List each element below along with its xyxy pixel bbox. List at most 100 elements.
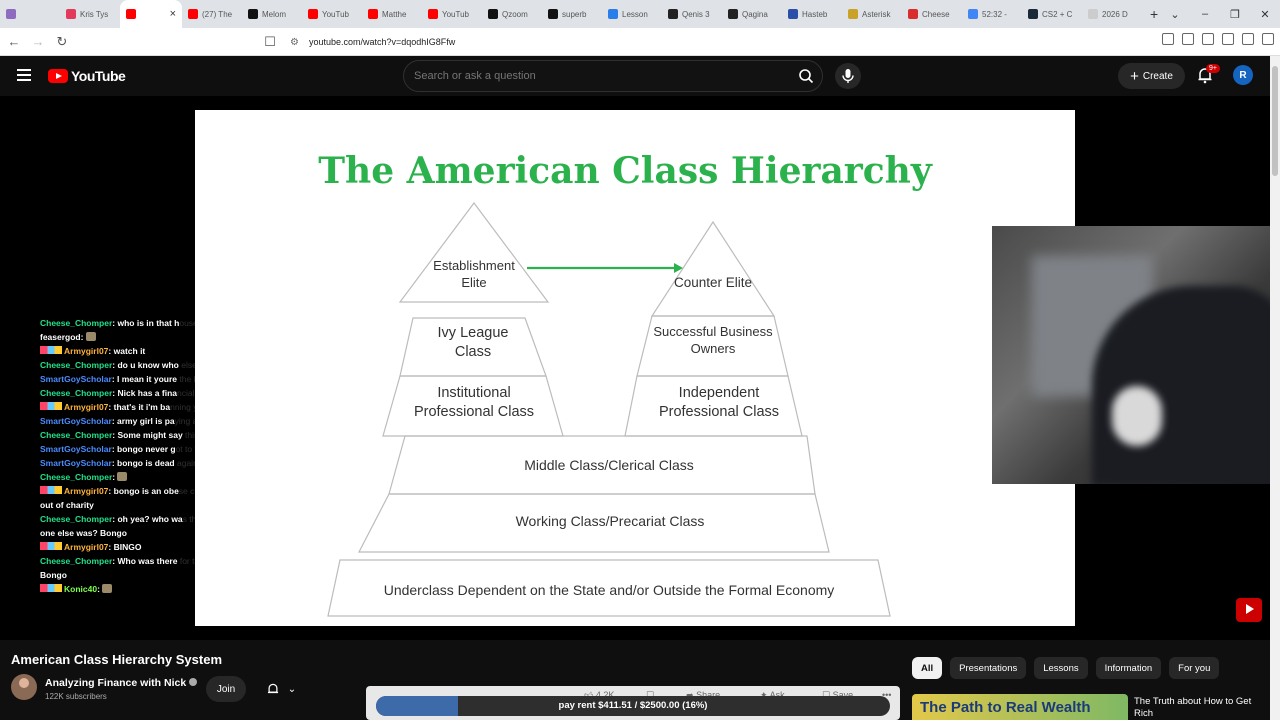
extensions-icon[interactable] <box>1202 33 1214 45</box>
restore-icon[interactable]: ❐ <box>1220 8 1250 21</box>
thumbnail-text: The Path to Real Wealth <box>920 699 1091 716</box>
account-avatar[interactable]: R <box>1233 65 1253 85</box>
media-icon[interactable] <box>1162 33 1174 45</box>
chat-username[interactable]: Armygirl07 <box>64 402 108 412</box>
browser-tab[interactable]: Hasteb <box>782 0 842 28</box>
browser-tab[interactable]: YouTub <box>422 0 482 28</box>
browser-tab[interactable]: Matthe <box>362 0 422 28</box>
browser-tab[interactable]: Lesson <box>602 0 662 28</box>
site-info-icon[interactable]: ⚙ <box>290 37 299 48</box>
create-button[interactable]: + Create <box>1118 63 1185 89</box>
filter-chip[interactable]: All <box>912 657 943 679</box>
scrollbar-thumb[interactable] <box>1272 66 1278 176</box>
chat-username[interactable]: SmartGoyScholar <box>40 458 112 468</box>
chat-emote-icon <box>117 472 128 481</box>
browser-tab[interactable]: 52:32 - <box>962 0 1022 28</box>
browser-tab[interactable] <box>0 0 60 28</box>
chat-text-faded: else is in there rn <box>178 360 246 370</box>
page-scrollbar[interactable] <box>1270 56 1280 720</box>
menu-icon[interactable] <box>1262 33 1274 45</box>
chat-username[interactable]: SmartGoyScholar <box>40 416 112 426</box>
chat-username[interactable]: Armygirl07 <box>64 486 108 496</box>
tab-favicon-icon <box>548 9 558 19</box>
chat-username[interactable]: SmartGoyScholar <box>40 374 112 384</box>
filter-chip[interactable]: Presentations <box>950 657 1027 679</box>
filter-chip[interactable]: Information <box>1095 657 1162 679</box>
browser-tab[interactable]: Qagina <box>722 0 782 28</box>
browser-tab[interactable]: Kris Tys <box>60 0 120 28</box>
minimize-icon[interactable]: – <box>1190 8 1220 20</box>
youtube-logo[interactable]: YouTube <box>48 68 126 84</box>
browser-tab[interactable]: Qzoom <box>482 0 542 28</box>
chat-username[interactable]: Konic40 <box>64 584 97 594</box>
browser-tab[interactable]: (27) The <box>182 0 242 28</box>
browser-tab[interactable]: Qenis 3 <box>662 0 722 28</box>
chat-message: Cheese_Chomper: Nick has a financial adv… <box>40 386 400 400</box>
chat-badges-icon <box>40 402 62 410</box>
reload-icon[interactable]: ↻ <box>52 34 72 50</box>
chat-username[interactable]: Cheese_Chomper <box>40 472 112 482</box>
close-tab-icon[interactable]: × <box>170 8 176 20</box>
subscribe-watermark-icon[interactable] <box>1236 598 1262 622</box>
filter-chip[interactable]: For you <box>1169 657 1220 679</box>
chat-username[interactable]: Armygirl07 <box>64 346 108 356</box>
guide-menu-icon[interactable] <box>17 69 31 81</box>
chat-message: Cheese_Chomper: <box>40 470 400 484</box>
browser-tab[interactable]: Melom <box>242 0 302 28</box>
shield-icon[interactable] <box>1242 33 1254 45</box>
tab-favicon-icon <box>368 9 378 19</box>
youtube-wordmark: YouTube <box>71 68 126 84</box>
browser-tab[interactable]: YouTub <box>302 0 362 28</box>
filter-chip[interactable]: Lessons <box>1034 657 1088 679</box>
search-input[interactable] <box>404 61 764 91</box>
browser-tab[interactable]: 2026 D <box>1082 0 1142 28</box>
tab-favicon-icon <box>908 9 918 19</box>
tab-title: Hasteb <box>802 9 828 19</box>
chat-text: do u know who <box>117 360 179 370</box>
channel-avatar[interactable] <box>11 674 37 700</box>
search-icon[interactable] <box>798 68 814 84</box>
join-button[interactable]: Join <box>206 676 246 702</box>
channel-name[interactable]: Analyzing Finance with Nick <box>45 677 198 689</box>
tab-favicon-icon <box>1088 9 1098 19</box>
back-icon[interactable]: ← <box>4 34 24 49</box>
chat-badges-icon <box>40 486 62 494</box>
close-window-icon[interactable]: ✕ <box>1250 8 1280 21</box>
subscriber-count: 122K subscribers <box>45 692 107 701</box>
chat-username[interactable]: Cheese_Chomper <box>40 388 112 398</box>
voice-search-icon[interactable] <box>835 63 861 89</box>
browser-tab[interactable]: CS2 + C <box>1022 0 1082 28</box>
chat-username[interactable]: Cheese_Chomper <box>40 360 112 370</box>
tab-favicon-icon <box>488 9 498 19</box>
window-controls: ⌄ – ❐ ✕ <box>1160 0 1280 28</box>
label-institutional-professional: Institutional Professional Class <box>413 385 535 420</box>
chat-username[interactable]: Cheese_Chomper <box>40 514 112 524</box>
sidepanel-icon[interactable] <box>1182 33 1194 45</box>
tab-title: Cheese <box>922 9 950 19</box>
chat-message: Cheese_Chomper: Who was there for the ch… <box>40 554 400 568</box>
recommended-title[interactable]: The Truth about How to Get Rich <box>1134 696 1264 720</box>
extension-icons <box>1162 33 1274 45</box>
chat-username[interactable]: feasergod <box>40 332 81 342</box>
browser-tab[interactable]: × <box>120 0 182 28</box>
chat-username[interactable]: Cheese_Chomper <box>40 318 112 328</box>
tab-search-icon[interactable]: ⌄ <box>1160 8 1190 21</box>
chat-username[interactable]: Armygirl07 <box>64 542 108 552</box>
chat-username[interactable]: SmartGoyScholar <box>40 444 112 454</box>
bookmark-icon[interactable]: ☐ <box>260 34 280 50</box>
browser-tab[interactable]: Cheese <box>902 0 962 28</box>
browser-tab[interactable]: superb <box>542 0 602 28</box>
chat-username[interactable]: Cheese_Chomper <box>40 430 112 440</box>
recommended-thumbnail[interactable]: The Path to Real Wealth <box>912 694 1128 720</box>
chat-text: bongo is dead <box>117 458 175 468</box>
subscribe-bell-button[interactable]: ⌄ <box>256 676 306 702</box>
new-tab-icon[interactable]: + <box>1150 6 1158 22</box>
tab-favicon-icon <box>6 9 16 19</box>
ai-icon[interactable] <box>1222 33 1234 45</box>
url-field[interactable]: ⚙ youtube.com/watch?v=dqodhIG8Ffw <box>280 31 1000 53</box>
chat-username[interactable]: Cheese_Chomper <box>40 556 112 566</box>
browser-tab[interactable]: Asterisk <box>842 0 902 28</box>
tab-favicon-icon <box>968 9 978 19</box>
forward-icon[interactable]: → <box>28 34 48 49</box>
channel-name-text[interactable]: Analyzing Finance with Nick <box>45 677 186 689</box>
